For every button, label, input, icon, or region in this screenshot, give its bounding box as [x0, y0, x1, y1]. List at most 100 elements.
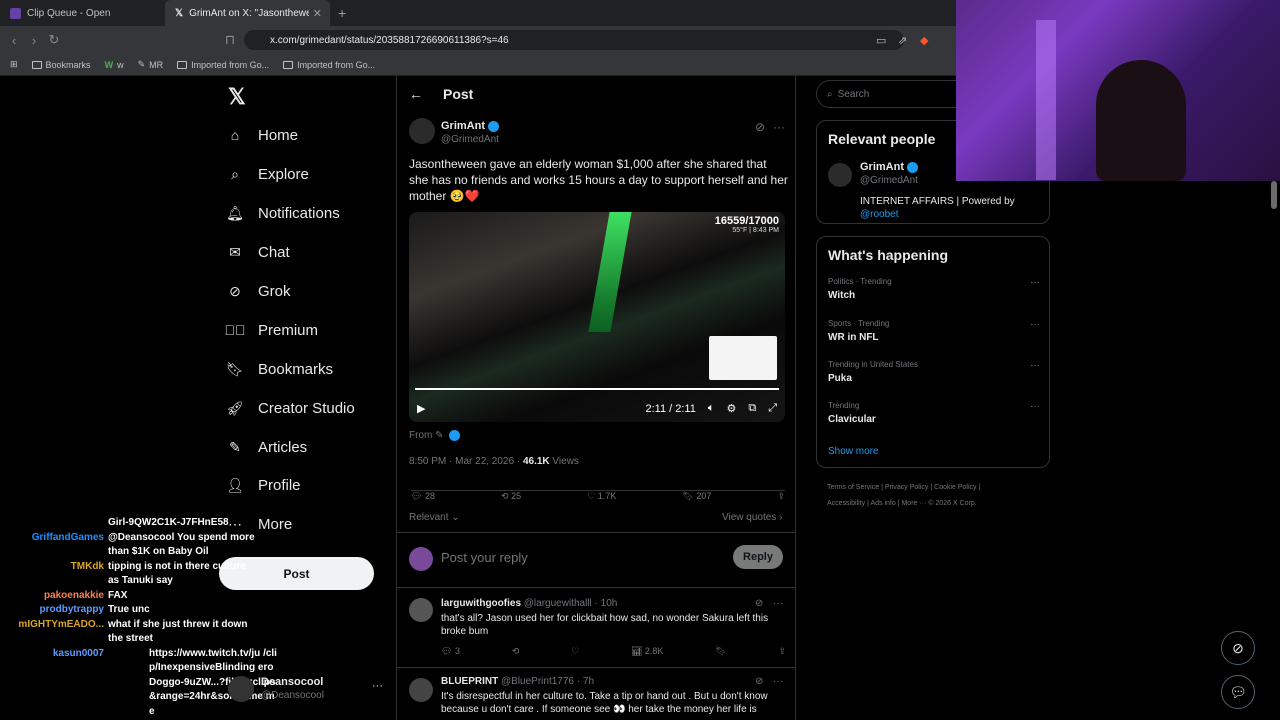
search-icon: ⌕ — [231, 165, 239, 182]
trend-item[interactable]: Trending in United States Puka ··· — [828, 360, 1040, 384]
nav-premium[interactable]: ✓⃝ Premium — [225, 321, 319, 339]
video-progress-bar[interactable] — [415, 388, 779, 390]
streamer-image — [1096, 60, 1186, 181]
repost-icon[interactable]: ⟲ — [512, 646, 520, 657]
like-action[interactable]: ♡ 1.7K — [587, 491, 616, 502]
nav-notifications[interactable]: 🔔︎ Notifications — [226, 204, 340, 222]
bookmark-icon[interactable]: 🔖︎ — [715, 646, 726, 657]
author-info[interactable]: GrimAnt @GrimedAnt — [441, 120, 499, 145]
share-icon[interactable]: ⇪ — [777, 491, 785, 502]
avatar — [228, 676, 254, 702]
bookmark-item[interactable]: Imported from Go... — [283, 60, 375, 70]
forward-icon[interactable]: › — [24, 33, 44, 48]
more-icon[interactable]: ··· — [372, 680, 383, 692]
reload-icon[interactable]: ↻ — [44, 32, 64, 48]
chat-message: GriffandGames @Deansocool You spend more … — [31, 531, 255, 558]
nav-home[interactable]: ⌂ Home — [226, 126, 298, 144]
bookmark-item[interactable]: ✎ MR — [138, 59, 164, 70]
share-icon[interactable]: ⇗ — [898, 34, 907, 47]
reply-input[interactable]: Post your reply — [441, 550, 528, 565]
back-icon[interactable]: ‹ — [4, 33, 24, 48]
tab-grimant-post[interactable]: 𝕏 GrimAnt on X: "Jasontheween g ✕ — [165, 0, 330, 26]
comment-header: larguwithgoofies @larguewithalll · 10h — [441, 598, 618, 609]
play-icon[interactable]: ▶ — [417, 402, 425, 415]
show-more-link[interactable]: Show more — [828, 446, 879, 457]
nav-chat[interactable]: ✉ Chat — [226, 243, 290, 261]
chat-message: mIGHTYmEADO... what if she just threw it … — [18, 618, 248, 645]
reply-button[interactable]: Reply — [733, 545, 783, 569]
video-time: 2:11 / 2:11 — [645, 402, 696, 415]
pip-icon[interactable]: ⧉ — [748, 402, 756, 415]
url-text: x.com/grimedant/status/20358817266906113… — [270, 34, 509, 46]
more-icon[interactable]: ··· — [773, 676, 783, 687]
settings-icon[interactable]: ⚙ — [726, 402, 736, 415]
comment[interactable]: larguwithgoofies @larguewithalll · 10h ⊘… — [397, 588, 795, 668]
apps-icon[interactable]: ⊞ — [10, 59, 18, 70]
nav-bookmarks[interactable]: 🔖︎ Bookmarks — [226, 360, 333, 378]
folder-icon — [283, 60, 294, 69]
mr-icon: ✎ — [137, 59, 146, 69]
more-icon[interactable]: ··· — [773, 598, 783, 609]
avatar[interactable] — [409, 598, 433, 622]
account-name: Deansocool — [261, 676, 324, 688]
chat-fab-icon[interactable]: 💬︎ — [1221, 675, 1255, 709]
bookmark-action[interactable]: 🔖︎ 207 — [682, 491, 711, 502]
chat-message: prodbytrappy True unc — [39, 604, 150, 615]
scrollbar[interactable] — [1271, 181, 1277, 209]
author-avatar[interactable] — [409, 118, 435, 144]
trend-item[interactable]: Sports · Trending WR in NFL ··· — [828, 319, 1040, 343]
video-player[interactable]: 16559/17000 55°F | 8:43 PM ▶ 2:11 / 2:11… — [409, 212, 785, 422]
verified-icon — [449, 430, 461, 441]
repost-action[interactable]: ⟲ 25 — [501, 491, 521, 502]
more-icon[interactable]: ··· — [1030, 319, 1040, 330]
share-icon[interactable]: ⇪ — [778, 646, 786, 657]
more-icon[interactable]: ··· — [1030, 360, 1040, 371]
url-field[interactable]: x.com/grimedant/status/20358817266906113… — [244, 30, 904, 50]
twitch-icon — [10, 7, 21, 19]
view-quotes-link[interactable]: View quotes › — [722, 512, 782, 523]
more-icon[interactable]: ··· — [1030, 277, 1040, 288]
nav-explore[interactable]: ⌕ Explore — [226, 165, 309, 183]
grok-fab-icon[interactable]: ⊘ — [1221, 631, 1255, 665]
x-logo-icon[interactable]: 𝕏 — [228, 84, 246, 110]
brave-icon[interactable]: ◆ — [920, 34, 928, 47]
back-arrow-icon[interactable]: ← — [409, 86, 423, 102]
comment-actions: 💬︎ 3 ⟲ ♡ 📊︎ 2.8K 🔖︎ ⇪ — [441, 646, 786, 657]
w-icon: W — [104, 59, 114, 70]
nav-grok[interactable]: ⊘ Grok — [226, 282, 290, 300]
screen-icon[interactable]: ▭ — [876, 34, 886, 47]
grok-explain-icon[interactable]: ⊘ — [755, 120, 765, 134]
reply-action[interactable]: 💬︎ 28 — [411, 491, 435, 502]
reply-action[interactable]: 💬︎ 3 — [441, 646, 460, 657]
trend-item[interactable]: Trending Clavicular ··· — [828, 401, 1040, 425]
volume-icon[interactable]: 🔈︎ — [708, 402, 715, 415]
x-favicon-icon: 𝕏 — [175, 7, 184, 19]
more-icon[interactable]: ··· — [773, 120, 785, 134]
bookmark-item[interactable]: Ww — [105, 60, 124, 70]
tab-clip-queue[interactable]: Clip Queue - Open — [0, 0, 165, 26]
close-tab-icon[interactable]: ✕ — [313, 7, 322, 20]
avatar[interactable] — [828, 163, 852, 187]
comment[interactable]: BLUEPRINT @BluePrint1776 · 7h ⊘ ··· It's… — [397, 668, 795, 720]
grok-explain-icon[interactable]: ⊘ — [755, 676, 763, 687]
nav-profile[interactable]: 👤︎ Profile — [226, 476, 300, 494]
more-icon[interactable]: ··· — [1030, 401, 1040, 412]
bio-link[interactable]: @roobet — [860, 209, 899, 220]
new-tab-button[interactable]: + — [330, 5, 354, 21]
bookmark-item[interactable]: Imported from Go... — [177, 60, 269, 70]
person-info[interactable]: GrimAnt @GrimedAnt — [860, 161, 918, 186]
nav-articles[interactable]: ✎ Articles — [226, 438, 307, 456]
mail-icon: ✉ — [229, 243, 241, 260]
page-title: Post — [443, 86, 474, 102]
bookmark-page-icon[interactable]: ⊓ — [220, 32, 240, 48]
nav-creator-studio[interactable]: 🚀︎ Creator Studio — [226, 399, 355, 417]
grok-explain-icon[interactable]: ⊘ — [755, 598, 763, 609]
account-switcher[interactable]: Deansocool @Deansocool ··· — [228, 676, 383, 702]
like-icon[interactable]: ♡ — [571, 646, 579, 657]
avatar[interactable] — [409, 678, 433, 702]
views-action[interactable]: 📊︎ 2.8K — [631, 646, 663, 657]
fullscreen-icon[interactable]: ⤢ — [768, 402, 777, 415]
sort-dropdown[interactable]: Relevant ⌄ — [409, 512, 460, 523]
trend-item[interactable]: Politics · Trending Witch ··· — [828, 277, 1040, 301]
bookmark-item[interactable]: Bookmarks — [31, 60, 91, 70]
